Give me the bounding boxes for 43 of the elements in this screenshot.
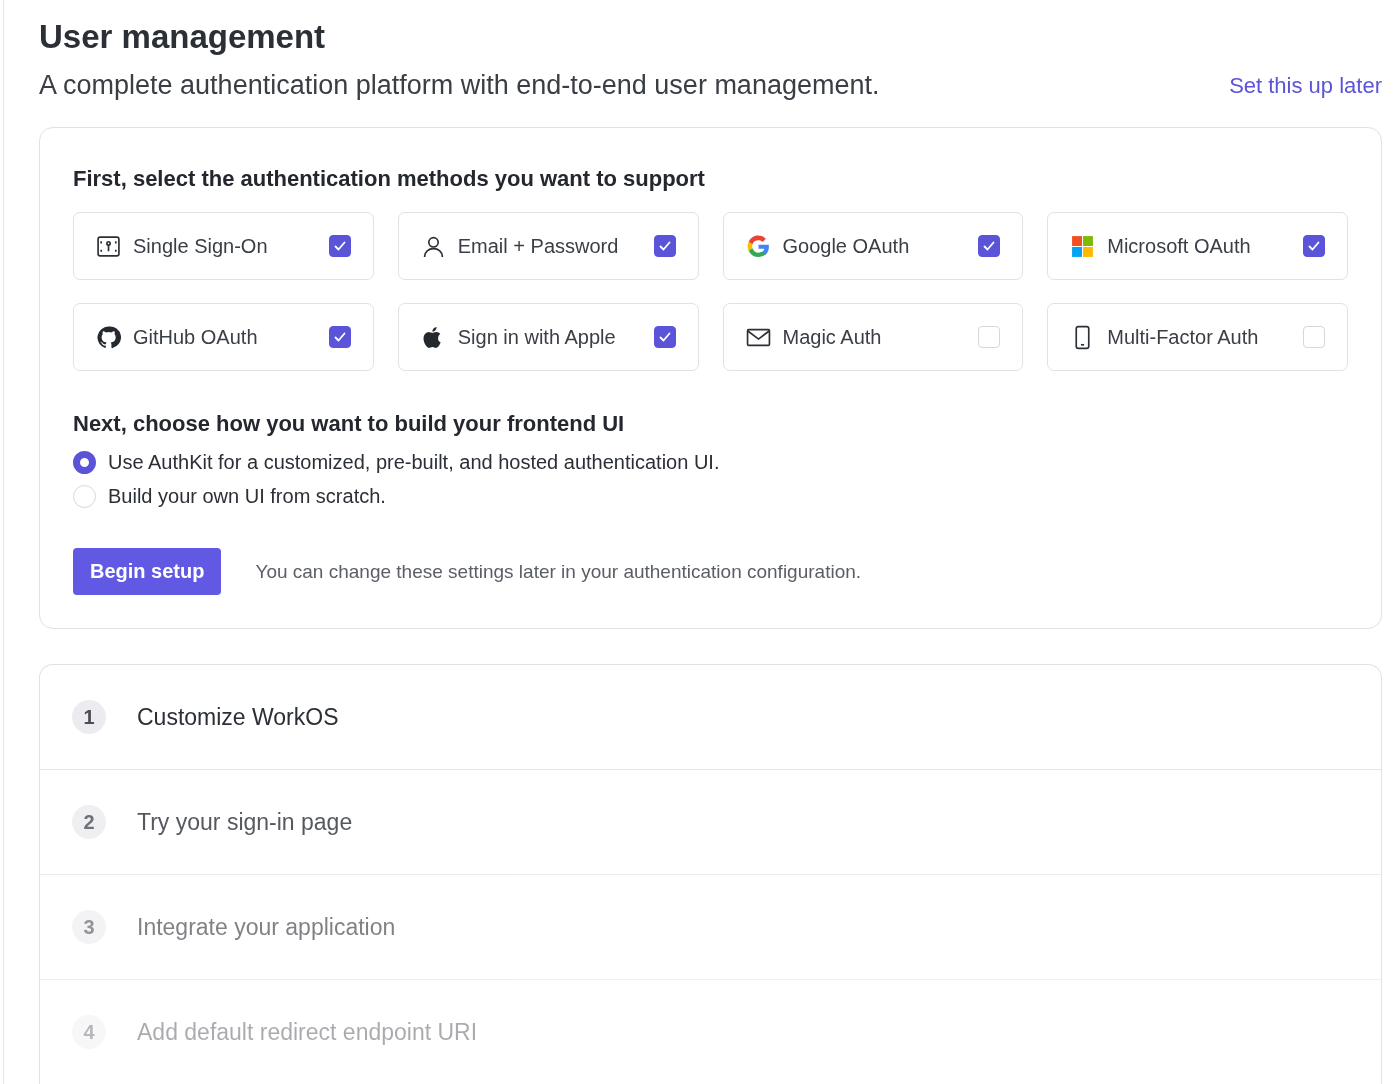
checkbox[interactable]	[653, 326, 676, 348]
page-subtitle: A complete authentication platform with end-to-end user management.	[39, 70, 880, 101]
key-box-icon	[96, 233, 121, 259]
step-title[interactable]: Integrate your application	[137, 913, 396, 941]
checkbox[interactable]	[328, 235, 351, 257]
radio-label: Build your own UI from scratch.	[108, 485, 386, 508]
step-number: 3	[72, 910, 106, 944]
auth-method-option[interactable]: Sign in with Apple	[397, 303, 699, 371]
auth-method-label: Multi-Factor Auth	[1107, 325, 1260, 349]
step-number: 4	[72, 1015, 106, 1049]
auth-method-label: Magic Auth	[782, 325, 883, 349]
step-number: 1	[72, 700, 106, 734]
auth-method-label: GitHub OAuth	[133, 325, 259, 349]
auth-method-label: Microsoft OAuth	[1107, 234, 1252, 258]
auth-method-option[interactable]: Google OAuth	[722, 212, 1024, 280]
auth-method-label: Single Sign-On	[133, 234, 269, 258]
checkbox[interactable]	[328, 326, 351, 348]
section-heading: Next, choose how you want to build your frontend UI	[73, 411, 626, 437]
step-title[interactable]: Try your sign-in page	[137, 808, 353, 836]
auth-method-option[interactable]: Magic Auth	[722, 303, 1024, 371]
radio-label: Use AuthKit for a customized, pre-built, and hosted authentication UI.	[108, 451, 720, 474]
step-number: 2	[72, 805, 106, 839]
auth-method-label: Email + Password	[457, 234, 620, 258]
auth-method-option[interactable]: Single Sign-On	[73, 212, 374, 280]
auth-method-label: Google OAuth	[782, 234, 911, 258]
set-up-later-link[interactable]: Set this up later	[1229, 73, 1382, 99]
auth-method-option[interactable]: Multi-Factor Auth	[1047, 303, 1348, 371]
four-squares-icon	[1070, 233, 1096, 259]
auth-method-option[interactable]: Email + Password	[397, 212, 699, 280]
github-icon	[96, 324, 121, 350]
checkbox[interactable]	[653, 235, 676, 257]
page-title: User management	[39, 18, 327, 56]
auth-method-option[interactable]: Microsoft OAuth	[1047, 212, 1348, 280]
section-heading: First, select the authentication methods you want to support	[73, 166, 706, 192]
begin-setup-button[interactable]: Begin setup	[73, 548, 222, 595]
auth-method-label: Sign in with Apple	[457, 325, 617, 349]
radio-button[interactable]	[73, 451, 96, 474]
settings-note: You can change these settings later in your authentication configuration.	[255, 560, 862, 583]
auth-method-option[interactable]: GitHub OAuth	[73, 303, 374, 371]
checkbox[interactable]	[1303, 235, 1325, 257]
checkbox[interactable]	[978, 235, 1001, 257]
google-g-icon	[745, 233, 771, 259]
step-title[interactable]: Customize WorkOS	[137, 703, 339, 731]
